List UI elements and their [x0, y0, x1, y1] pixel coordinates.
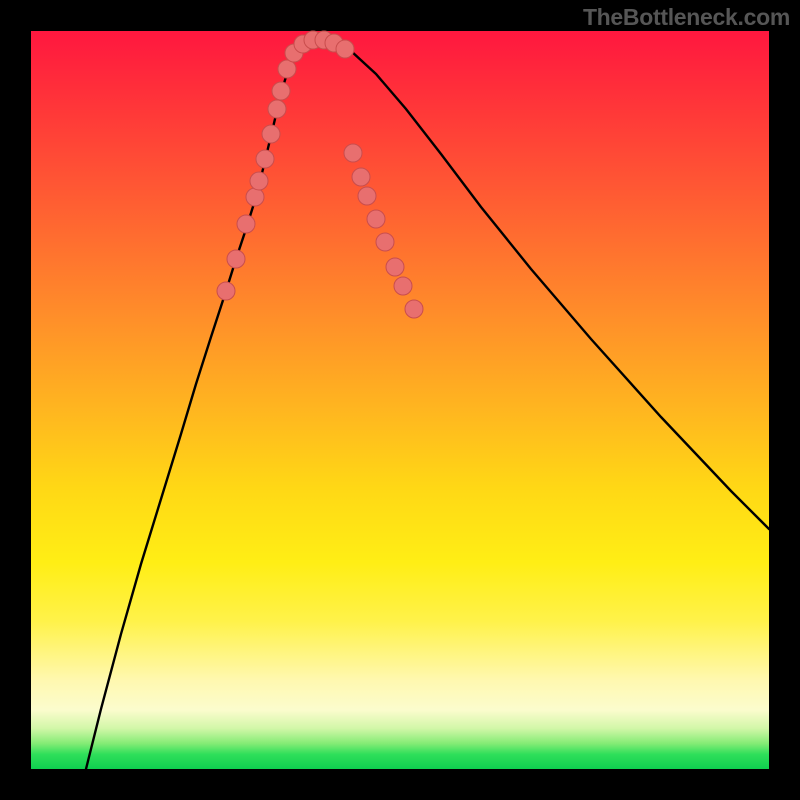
- data-point: [394, 277, 412, 295]
- curve-layer: [31, 31, 769, 769]
- data-point: [227, 250, 245, 268]
- data-point: [246, 188, 264, 206]
- data-point: [367, 210, 385, 228]
- data-point: [405, 300, 423, 318]
- data-point: [217, 282, 235, 300]
- bottleneck-curve: [86, 40, 769, 769]
- data-point: [344, 144, 362, 162]
- data-point: [386, 258, 404, 276]
- data-point: [376, 233, 394, 251]
- data-point: [250, 172, 268, 190]
- data-point: [336, 40, 354, 58]
- data-point: [358, 187, 376, 205]
- data-point: [278, 60, 296, 78]
- data-point: [268, 100, 286, 118]
- data-point: [352, 168, 370, 186]
- watermark-text: TheBottleneck.com: [583, 4, 790, 31]
- data-point: [272, 82, 290, 100]
- data-point: [256, 150, 274, 168]
- chart-frame: TheBottleneck.com: [0, 0, 800, 800]
- data-markers: [217, 31, 423, 318]
- plot-area: [31, 31, 769, 769]
- data-point: [237, 215, 255, 233]
- data-point: [262, 125, 280, 143]
